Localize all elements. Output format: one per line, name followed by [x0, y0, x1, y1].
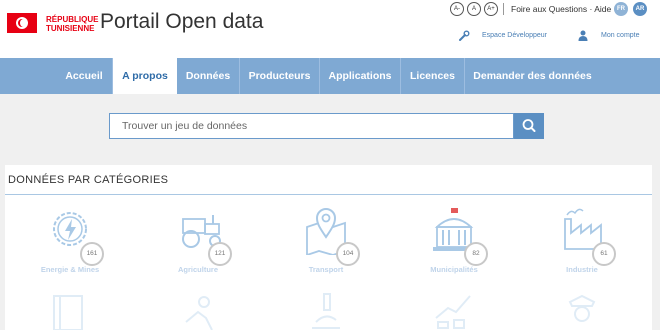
count-badge: 82: [464, 242, 488, 266]
category-label: Energie & Mines: [40, 265, 100, 274]
nav-item-producteurs[interactable]: Producteurs: [240, 58, 320, 94]
panel-title: DONNÉES PAR CATÉGORIES: [8, 174, 169, 186]
book-icon: [53, 295, 83, 330]
nav-item-demander-donnees[interactable]: Demander des données: [465, 58, 600, 94]
nav-item-a-propos[interactable]: A propos: [113, 58, 177, 94]
count-badge: 121: [208, 242, 232, 266]
nav-item-accueil[interactable]: Accueil: [56, 58, 113, 94]
page-title[interactable]: Portail Open data: [100, 10, 263, 34]
nav-item-donnees[interactable]: Données: [177, 58, 240, 94]
category-label: Industrie: [566, 265, 598, 274]
developer-space-link[interactable]: Espace Développeur: [482, 32, 547, 39]
sport-icon: [185, 296, 213, 330]
nav-item-licences[interactable]: Licences: [401, 58, 465, 94]
my-account-link[interactable]: Mon compte: [601, 32, 640, 39]
category-label: Transport: [308, 265, 344, 274]
count-badge: 61: [592, 242, 616, 266]
site-header: RÉPUBLIQUE TUNISIENNE Portail Open data …: [0, 0, 660, 58]
category-municipalites[interactable]: 82 Municipalités: [404, 205, 504, 285]
category-label: Municipalités: [430, 265, 478, 274]
nav-item-applications[interactable]: Applications: [320, 58, 401, 94]
category-agriculture[interactable]: 121 Agriculture: [148, 205, 248, 285]
font-reset-button[interactable]: A: [467, 2, 481, 16]
top-links: Foire aux Questions · Aide: [511, 4, 611, 14]
count-badge: 161: [80, 242, 104, 266]
wrench-icon: [459, 30, 470, 41]
divider: [5, 194, 652, 195]
logo-text[interactable]: RÉPUBLIQUE TUNISIENNE: [46, 15, 98, 33]
search-button[interactable]: [514, 113, 544, 139]
search-icon: [522, 119, 536, 132]
search-input[interactable]: Trouver un jeu de données: [109, 113, 514, 139]
lang-ar-button[interactable]: AR: [633, 2, 647, 16]
divider: [503, 3, 504, 15]
category-industrie[interactable]: 61 Industrie: [532, 205, 632, 285]
lang-fr-button[interactable]: FR: [614, 2, 628, 16]
count-badge: 104: [336, 242, 360, 266]
category-label: Agriculture: [177, 265, 218, 274]
category-transport[interactable]: 104 Transport: [276, 205, 376, 285]
faq-link[interactable]: Foire aux Questions: [511, 4, 587, 14]
microscope-icon: [312, 293, 340, 329]
user-icon: [578, 30, 588, 41]
font-increase-button[interactable]: A+: [484, 2, 498, 16]
separator-dot: ·: [589, 4, 593, 14]
police-officer-icon: [568, 294, 596, 322]
finance-chart-icon: [435, 295, 471, 329]
font-decrease-button[interactable]: A-: [450, 2, 464, 16]
category-energie-mines[interactable]: 161 Energie & Mines: [20, 205, 120, 285]
tunisia-flag-icon: [7, 13, 37, 33]
main-navbar: Accueil A propos Données Producteurs App…: [0, 58, 660, 94]
help-link[interactable]: Aide: [594, 4, 611, 14]
